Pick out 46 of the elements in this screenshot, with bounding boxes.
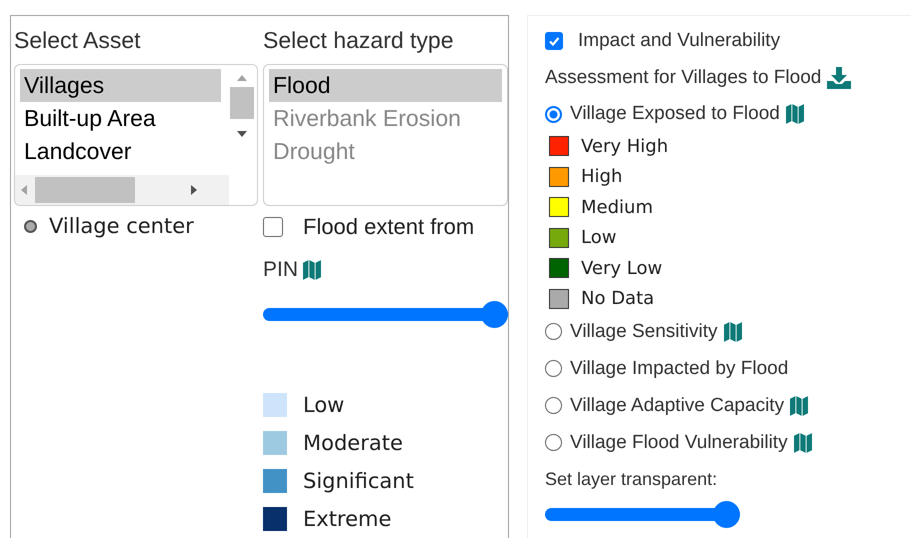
checkbox-label: Flood extent from [303, 214, 474, 240]
map-icon[interactable] [794, 432, 812, 452]
radio-button[interactable] [545, 106, 562, 122]
checkbox[interactable] [263, 217, 283, 237]
list-option[interactable]: Flood [269, 69, 502, 102]
legend-label: Low [581, 227, 616, 248]
radio-button[interactable] [545, 360, 562, 377]
radio-label: Village Impacted by Flood [570, 358, 788, 380]
field-label: Select hazard type [263, 26, 455, 54]
legend-label: High [581, 166, 622, 187]
legend-label: No Data [581, 288, 654, 309]
radio-button[interactable] [545, 323, 562, 340]
list-option[interactable]: Built-up Area [20, 102, 221, 135]
legend-label: Extreme [303, 507, 392, 531]
radio-label: Village Adaptive Capacity [570, 394, 784, 416]
list-option[interactable]: Landcover [20, 135, 221, 168]
radio-button[interactable] [545, 397, 562, 414]
map-icon[interactable] [724, 322, 742, 342]
radio-label: Village Exposed to Flood [570, 103, 780, 125]
legend-label: Moderate [303, 431, 403, 455]
checkmark-icon [548, 35, 560, 47]
legend-label: Low [303, 393, 344, 417]
map-icon[interactable] [786, 104, 804, 124]
list-option[interactable]: Villages [20, 69, 221, 102]
field-label: Select Asset [14, 26, 142, 54]
legend-label: Very Low [581, 258, 662, 278]
radio-label: Village Sensitivity [570, 320, 718, 342]
checkbox-label: Impact and Vulnerability [578, 30, 780, 52]
legend-label: Very High [581, 136, 668, 156]
radio-label: Village Flood Vulnerability [570, 432, 788, 454]
map-icon[interactable] [790, 396, 808, 416]
map-icon[interactable] [303, 260, 322, 280]
radio-button[interactable] [545, 434, 562, 451]
horizontal-scrollbar[interactable] [15, 175, 229, 205]
legend-label: Village center [49, 214, 194, 238]
slider-label: Set layer transparent: [545, 468, 718, 490]
layer-label: PIN [263, 258, 298, 282]
section-heading: Assessment for Villages to Flood [545, 66, 822, 88]
circle-icon [24, 220, 37, 232]
download-icon[interactable] [826, 66, 852, 88]
legend-label: Significant [303, 469, 414, 493]
legend-label: Medium [581, 196, 653, 218]
asset-listbox[interactable]: Villages Built-up Area Landcover [14, 64, 258, 206]
slider[interactable] [545, 500, 740, 528]
slider[interactable] [263, 301, 508, 328]
checkbox[interactable] [545, 32, 563, 50]
